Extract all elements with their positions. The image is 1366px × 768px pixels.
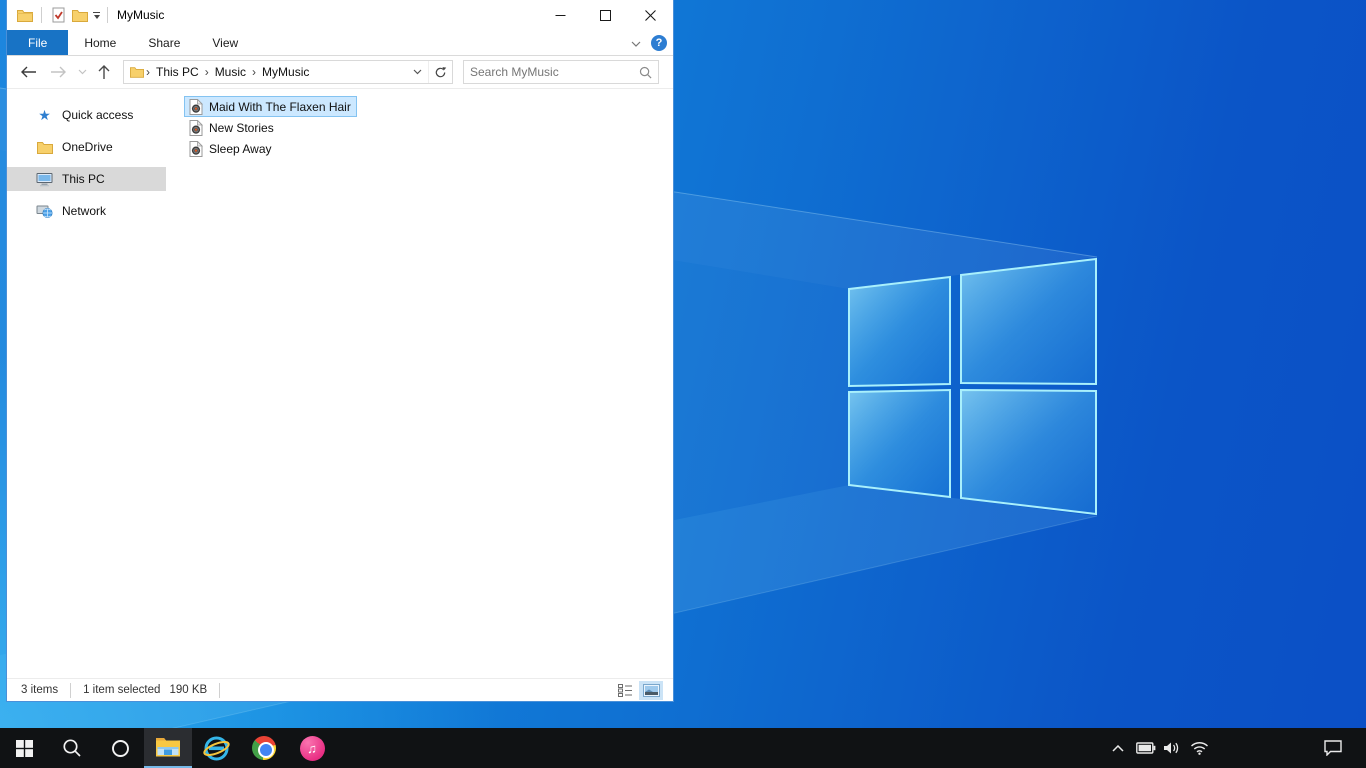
cortana-button[interactable] (96, 728, 144, 768)
sidebar-item-label: OneDrive (62, 140, 113, 154)
maximize-button[interactable] (583, 0, 628, 30)
audio-file-icon (189, 140, 203, 157)
ribbon-tabs: File Home Share View ? (7, 30, 673, 56)
quick-access-star-icon: ★ (38, 107, 51, 123)
sidebar-item-label: Network (62, 204, 107, 218)
search-box (463, 60, 659, 84)
content-area: ★ Quick access OneDrive This PC Network … (7, 89, 673, 678)
breadcrumb-mymusic[interactable]: MyMusic (258, 65, 313, 79)
breadcrumb-music[interactable]: Music (211, 65, 250, 79)
taskbar-file-explorer-button[interactable] (144, 728, 192, 768)
sidebar-item-quick-access[interactable]: ★ Quick access (7, 103, 166, 127)
explorer-folder-icon (16, 6, 34, 24)
file-name: New Stories (209, 120, 274, 135)
show-hidden-icons-chevron-icon[interactable] (1108, 728, 1128, 768)
status-bar: 3 items 1 item selected 190 KB (7, 678, 673, 701)
status-selection-size: 190 KB (169, 684, 208, 696)
cortana-circle-icon (111, 739, 129, 757)
search-input[interactable] (470, 65, 639, 79)
battery-icon[interactable] (1134, 728, 1158, 768)
file-name: Sleep Away (209, 141, 272, 156)
breadcrumb-chevron[interactable]: › (250, 65, 258, 79)
breadcrumb-chevron[interactable]: › (203, 65, 211, 79)
file-name: Maid With The Flaxen Hair (209, 99, 351, 114)
search-icon[interactable] (639, 66, 652, 79)
separator (219, 682, 221, 698)
recent-locations-chevron-icon[interactable] (73, 59, 91, 85)
network-globe-icon (36, 204, 53, 219)
tab-share[interactable]: Share (132, 30, 196, 55)
audio-file-icon (189, 119, 203, 136)
tab-file[interactable]: File (7, 30, 69, 55)
sidebar-item-onedrive[interactable]: OneDrive (7, 135, 166, 159)
titlebar: MyMusic (7, 0, 673, 30)
windows-logo-icon (15, 739, 33, 757)
file-item[interactable]: New Stories (184, 117, 280, 138)
volume-icon[interactable] (1160, 728, 1184, 768)
file-explorer-window: MyMusic File Home Share View ? › This PC… (6, 0, 674, 702)
folder-icon (130, 67, 144, 78)
breadcrumb-chevron[interactable]: › (144, 65, 152, 79)
wifi-icon[interactable] (1186, 728, 1212, 768)
chrome-button[interactable] (240, 728, 288, 768)
address-bar: › This PC › Music › MyMusic (7, 56, 673, 89)
customize-quick-access-toolbar-button[interactable] (93, 11, 100, 19)
expand-ribbon-chevron-icon[interactable] (631, 34, 641, 52)
new-folder-button[interactable] (71, 6, 89, 24)
details-view-button[interactable] (613, 681, 637, 700)
tab-home[interactable]: Home (68, 30, 132, 55)
sidebar-item-this-pc[interactable]: This PC (7, 167, 166, 191)
audio-file-icon (189, 98, 203, 115)
this-pc-monitor-icon (36, 172, 53, 187)
minimize-button[interactable] (538, 0, 583, 30)
forward-button[interactable] (43, 59, 73, 85)
navigation-pane: ★ Quick access OneDrive This PC Network (7, 89, 166, 678)
separator (107, 7, 108, 23)
file-explorer-icon (156, 738, 180, 757)
status-selection: 1 item selected (83, 684, 161, 696)
search-icon (63, 739, 81, 757)
taskbar-search-button[interactable] (48, 728, 96, 768)
close-button[interactable] (628, 0, 673, 30)
large-icons-view-button[interactable] (639, 680, 663, 700)
internet-explorer-icon (202, 736, 230, 760)
desktop: MyMusic File Home Share View ? › This PC… (0, 0, 1366, 768)
breadcrumb-this-pc[interactable]: This PC (152, 65, 203, 79)
file-list: Maid With The Flaxen Hair New Stories Sl… (166, 89, 673, 678)
start-button[interactable] (0, 728, 48, 768)
back-button[interactable] (13, 59, 43, 85)
file-item-selected[interactable]: Maid With The Flaxen Hair (184, 96, 357, 117)
window-title: MyMusic (117, 8, 165, 22)
action-center-icon[interactable] (1320, 728, 1346, 768)
help-button[interactable]: ? (651, 35, 667, 51)
up-button[interactable] (91, 59, 117, 85)
sidebar-item-network[interactable]: Network (7, 199, 166, 223)
separator (41, 7, 42, 23)
onedrive-icon (36, 141, 53, 154)
sidebar-item-label: Quick access (62, 108, 134, 122)
itunes-button[interactable]: ♫ (288, 728, 336, 768)
sidebar-item-label: This PC (62, 172, 105, 186)
file-item[interactable]: Sleep Away (184, 138, 278, 159)
internet-explorer-button[interactable] (192, 728, 240, 768)
separator (70, 682, 72, 698)
tab-view[interactable]: View (196, 30, 254, 55)
taskbar: ♫ (0, 728, 1366, 768)
address-dropdown-chevron-icon[interactable] (406, 61, 428, 83)
status-item-count: 3 items (21, 684, 59, 696)
itunes-icon: ♫ (299, 735, 325, 761)
breadcrumb[interactable]: › This PC › Music › MyMusic (123, 60, 453, 84)
properties-button[interactable] (49, 6, 67, 24)
refresh-button[interactable] (428, 61, 452, 83)
chrome-icon (252, 736, 276, 760)
